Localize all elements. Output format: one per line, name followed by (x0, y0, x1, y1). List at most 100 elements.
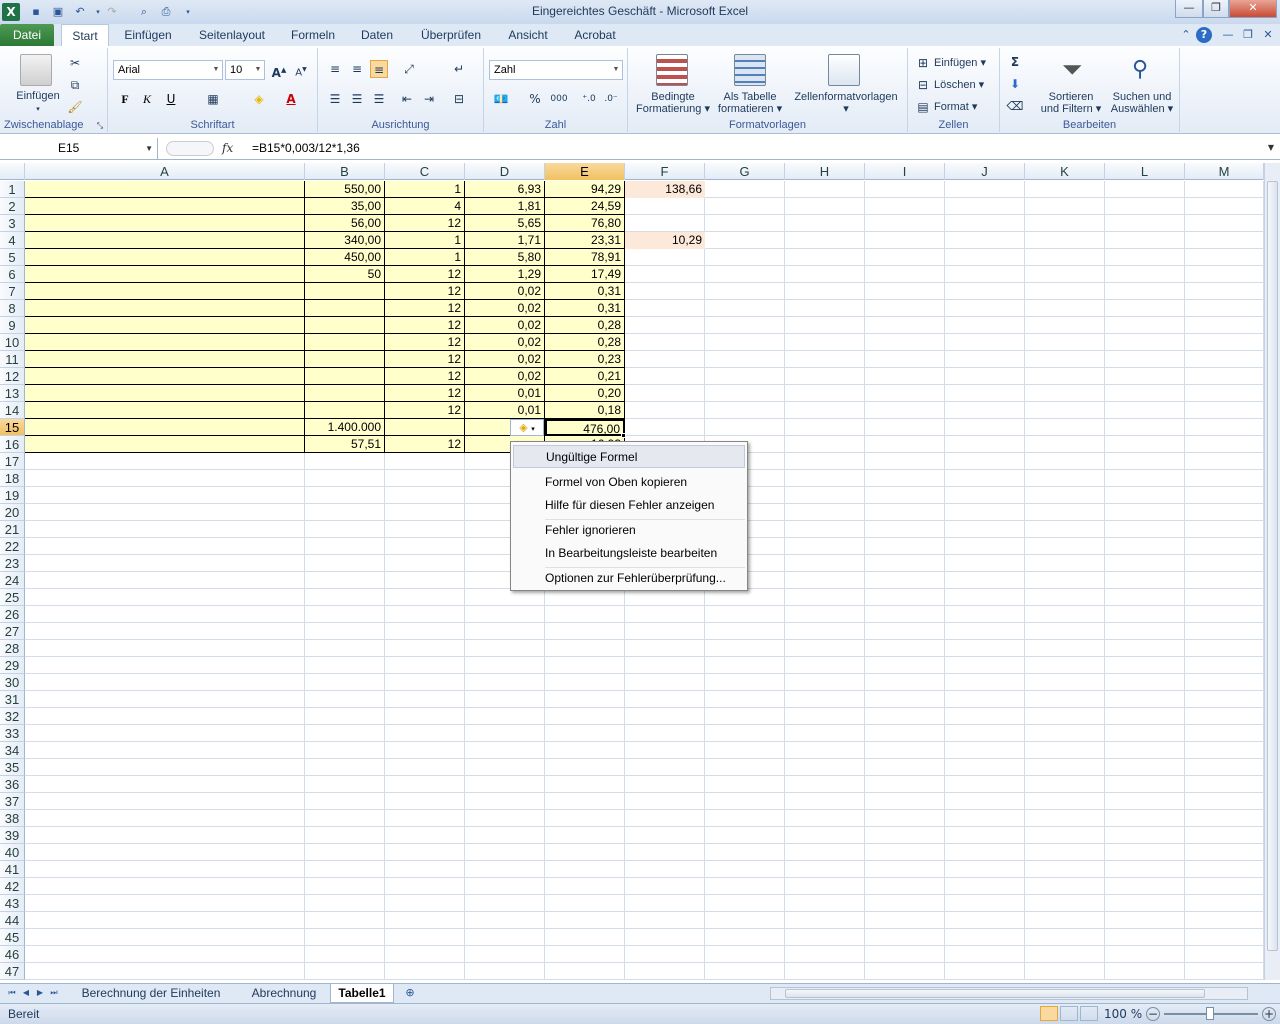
column-header-d[interactable]: D (465, 163, 545, 180)
insert-sheet-icon[interactable]: ⊕ (402, 985, 418, 1001)
cell-a1[interactable] (25, 181, 305, 198)
column-header-j[interactable]: J (945, 163, 1025, 180)
cell-c9[interactable]: 12 (385, 317, 465, 334)
cell-b11[interactable] (305, 351, 385, 368)
fill-icon[interactable]: ⬇ (1006, 75, 1024, 93)
cell-c1[interactable]: 1 (385, 181, 465, 198)
insert-function-button[interactable]: fx (222, 138, 244, 159)
row-header-22[interactable]: 22 (0, 538, 25, 555)
cell-e3[interactable]: 76,80 (545, 215, 625, 232)
paste-button[interactable]: Einfügen (8, 90, 68, 102)
row-header-46[interactable]: 46 (0, 946, 25, 963)
row-header-13[interactable]: 13 (0, 385, 25, 402)
cell-b6[interactable]: 50 (305, 266, 385, 283)
delete-cells-button[interactable]: Löschen ▾ (934, 79, 984, 91)
row-header-29[interactable]: 29 (0, 657, 25, 674)
percent-button[interactable]: % (526, 90, 544, 108)
cell-b14[interactable] (305, 402, 385, 419)
cell-d1[interactable]: 6,93 (465, 181, 545, 198)
row-header-30[interactable]: 30 (0, 674, 25, 691)
row-header-14[interactable]: 14 (0, 402, 25, 419)
zoom-out-icon[interactable]: − (1146, 1007, 1160, 1021)
name-box[interactable]: E15 ▼ (0, 138, 158, 159)
row-header-33[interactable]: 33 (0, 725, 25, 742)
minimize-button[interactable]: — (1175, 0, 1203, 18)
maximize-button[interactable]: ❐ (1203, 0, 1229, 18)
tab-ansicht[interactable]: Ansicht (504, 24, 552, 46)
decrease-decimal-icon[interactable]: .0⁻ (602, 90, 620, 108)
tab-start[interactable]: Start (61, 24, 109, 47)
row-header-35[interactable]: 35 (0, 759, 25, 776)
zoom-slider-handle[interactable] (1206, 1007, 1214, 1020)
row-header-4[interactable]: 4 (0, 232, 25, 249)
cell-d3[interactable]: 5,65 (465, 215, 545, 232)
clear-icon[interactable]: ⌫ (1006, 97, 1024, 115)
cell-a8[interactable] (25, 300, 305, 317)
cell-a5[interactable] (25, 249, 305, 266)
row-header-11[interactable]: 11 (0, 351, 25, 368)
row-header-20[interactable]: 20 (0, 504, 25, 521)
row-header-40[interactable]: 40 (0, 844, 25, 861)
row-header-17[interactable]: 17 (0, 453, 25, 470)
cell-b4[interactable]: 340,00 (305, 232, 385, 249)
format-as-table-icon[interactable] (734, 54, 766, 86)
format-painter-icon[interactable]: 🖌 (66, 98, 84, 116)
help-icon[interactable]: ? (1196, 27, 1212, 43)
orientation-icon[interactable]: ⤢ (400, 60, 418, 78)
menu-item-invalid-formula[interactable]: Ungültige Formel (513, 445, 745, 468)
row-header-41[interactable]: 41 (0, 861, 25, 878)
cell-a3[interactable] (25, 215, 305, 232)
cell-b10[interactable] (305, 334, 385, 351)
increase-decimal-icon[interactable]: ⁺.0 (580, 90, 598, 108)
find-select-button[interactable]: Suchen und Auswählen ▾ (1106, 91, 1178, 115)
cell-d9[interactable]: 0,02 (465, 317, 545, 334)
column-header-m[interactable]: M (1185, 163, 1264, 180)
tab-ueberpruefen[interactable]: Überprüfen (414, 24, 488, 46)
cell-b2[interactable]: 35,00 (305, 198, 385, 215)
cell-d11[interactable]: 0,02 (465, 351, 545, 368)
column-header-f[interactable]: F (625, 163, 705, 180)
last-sheet-icon[interactable]: ⏭ (46, 985, 62, 1001)
row-header-37[interactable]: 37 (0, 793, 25, 810)
row-header-38[interactable]: 38 (0, 810, 25, 827)
cell-c4[interactable]: 1 (385, 232, 465, 249)
row-header-32[interactable]: 32 (0, 708, 25, 725)
cell-e4[interactable]: 23,31 (545, 232, 625, 249)
row-header-25[interactable]: 25 (0, 589, 25, 606)
horizontal-scroll-thumb[interactable] (785, 989, 1205, 998)
fill-handle[interactable] (621, 433, 626, 438)
find-select-icon[interactable]: ⚲ (1124, 54, 1156, 86)
font-name-select[interactable]: Arial ▼ (113, 60, 223, 80)
cell-c6[interactable]: 12 (385, 266, 465, 283)
menu-item-help-error[interactable]: Hilfe für diesen Fehler anzeigen (513, 494, 745, 517)
cell-b3[interactable]: 56,00 (305, 215, 385, 232)
align-top-icon[interactable]: ≡ (326, 60, 344, 78)
row-header-36[interactable]: 36 (0, 776, 25, 793)
bold-button[interactable]: F (116, 90, 134, 108)
font-size-select[interactable]: 10 ▼ (225, 60, 265, 80)
row-header-5[interactable]: 5 (0, 249, 25, 266)
page-layout-view-icon[interactable] (1060, 1006, 1078, 1021)
row-header-34[interactable]: 34 (0, 742, 25, 759)
cell-c8[interactable]: 12 (385, 300, 465, 317)
align-middle-icon[interactable]: ≡ (348, 60, 366, 78)
tab-seitenlayout[interactable]: Seitenlayout (194, 24, 270, 46)
row-header-12[interactable]: 12 (0, 368, 25, 385)
column-header-k[interactable]: K (1025, 163, 1105, 180)
cell-d5[interactable]: 5,80 (465, 249, 545, 266)
cell-b15[interactable]: 1.400.000 (305, 419, 385, 436)
paste-dropdown-icon[interactable]: ▾ (30, 104, 46, 116)
cell-c7[interactable]: 12 (385, 283, 465, 300)
format-cells-icon[interactable]: ▤ (914, 98, 932, 116)
shrink-font-icon[interactable]: A▼ (292, 61, 310, 79)
cell-d10[interactable]: 0,02 (465, 334, 545, 351)
row-header-28[interactable]: 28 (0, 640, 25, 657)
cell-d12[interactable]: 0,02 (465, 368, 545, 385)
vertical-scroll-thumb[interactable] (1267, 181, 1278, 951)
formula-input[interactable]: =B15*0,003/12*1,36 (252, 138, 360, 159)
cell-d13[interactable]: 0,01 (465, 385, 545, 402)
cell-b8[interactable] (305, 300, 385, 317)
menu-item-copy-formula-above[interactable]: Formel von Oben kopieren (513, 471, 745, 494)
cell-d14[interactable]: 0,01 (465, 402, 545, 419)
decrease-indent-icon[interactable]: ⇤ (398, 90, 416, 108)
